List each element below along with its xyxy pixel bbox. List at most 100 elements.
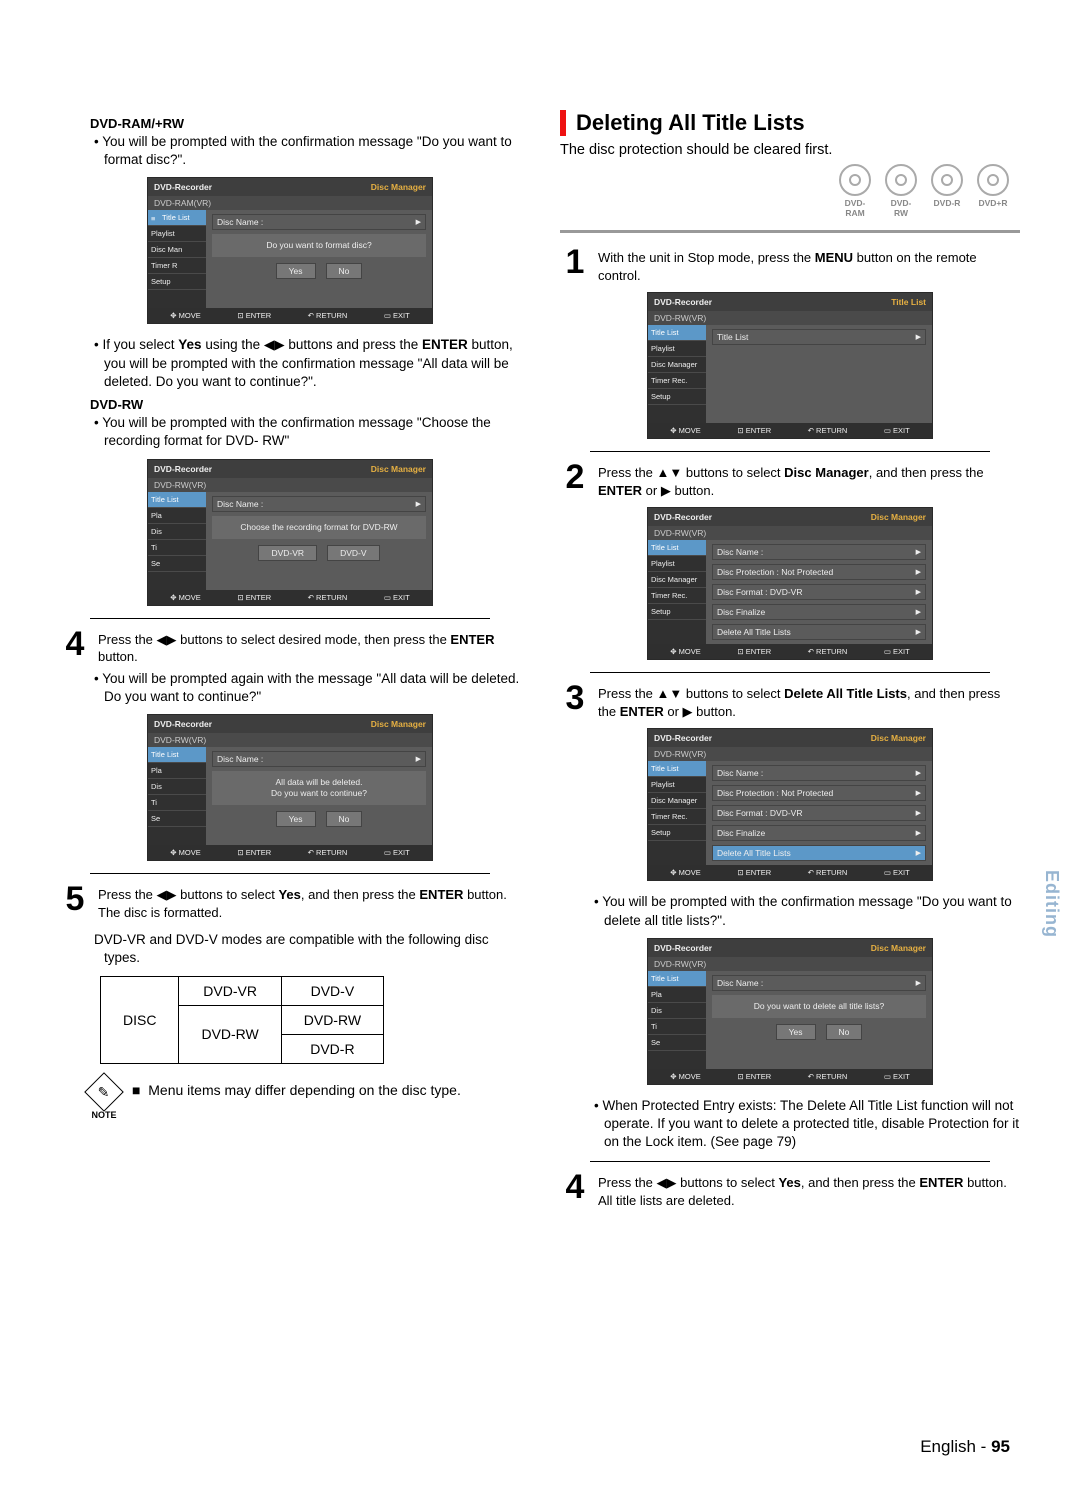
side-row: Title List	[648, 971, 706, 987]
osd-side: ≡Title List Playlist Disc Man Timer R Se…	[148, 210, 206, 308]
side-row: Timer Rec.	[648, 373, 706, 389]
side-row: Disc Manager	[648, 793, 706, 809]
osd-msg: Choose the recording format for DVD-RW	[212, 516, 426, 539]
osd-row: Disc Name :▶	[712, 975, 926, 991]
disc-icon: DVD+R	[976, 164, 1010, 218]
osd-screenshot: DVD-RecorderDisc Manager DVD-RW(VR) Titl…	[647, 938, 933, 1085]
osd-row: Disc Name :▶	[712, 765, 926, 781]
bullet: When Protected Entry exists: The Delete …	[604, 1097, 1020, 1152]
left-right-arrow-icon: ◀▶	[157, 887, 177, 902]
side-row: Title List	[648, 540, 706, 556]
osd-row: Delete All Title Lists▶	[712, 845, 926, 861]
separator	[90, 618, 490, 619]
side-row: Dis	[648, 1003, 706, 1019]
separator	[560, 230, 1020, 233]
osd-row: Disc Protection : Not Protected▶	[712, 785, 926, 801]
osd-side: Title List Pla Dis Ti Se	[648, 971, 706, 1069]
osd-row: Disc Name :▶	[212, 751, 426, 767]
heading-dvdram: DVD-RAM/+RW	[90, 116, 520, 131]
bullet: You will be prompted again with the mess…	[104, 670, 520, 706]
osd-no: No	[326, 811, 363, 827]
osd-row: Delete All Title Lists▶	[712, 624, 926, 640]
side-row: Ti	[148, 540, 206, 556]
osd-yes: Yes	[276, 263, 316, 279]
step-number: 4	[60, 629, 90, 666]
osd-footer: ✥ MOVE ⊡ ENTER ↶ RETURN ▭ EXIT	[648, 644, 932, 659]
step-4: 4 Press the ◀▶ buttons to select desired…	[60, 629, 520, 666]
step-text: Press the ◀▶ buttons to select desired m…	[98, 629, 520, 666]
side-row: Playlist	[648, 341, 706, 357]
chevron-right-icon: ▶	[916, 333, 921, 341]
right-arrow-icon: ▶	[683, 704, 693, 719]
osd-btn: DVD-V	[327, 545, 379, 561]
step-2: 2 Press the ▲▼ buttons to select Disc Ma…	[560, 462, 1020, 499]
side-row: Playlist	[648, 777, 706, 793]
separator	[590, 1161, 990, 1162]
osd-side: Title List Playlist Disc Manager Timer R…	[648, 325, 706, 423]
osd-footer: ✥ MOVE ⊡ ENTER ↶ RETURN ▭ EXIT	[648, 423, 932, 438]
page-footer: English - 95	[920, 1437, 1010, 1457]
disc-icons: DVD-RAM DVD-RW DVD-R DVD+R	[560, 164, 1010, 218]
osd-main: Disc Name :▶ Do you want to format disc?…	[206, 210, 432, 308]
osd-screenshot: DVD-RecorderDisc Manager DVD-RW(VR) Titl…	[147, 459, 433, 606]
osd-title: DVD-Recorder	[654, 733, 712, 743]
side-row: Title List	[148, 492, 206, 508]
up-down-arrow-icon: ▲▼	[657, 686, 683, 701]
osd-side: Title List Playlist Disc Manager Timer R…	[648, 540, 706, 644]
list-icon: ≡	[151, 214, 159, 222]
osd-corner: Disc Manager	[871, 943, 926, 953]
osd-screenshot: DVD-RecorderDisc Manager DVD-RW(VR) Titl…	[647, 728, 933, 881]
side-row: Disc Man	[148, 242, 206, 258]
step-text: With the unit in Stop mode, press the ME…	[598, 247, 1020, 284]
paragraph: DVD-VR and DVD-V modes are compatible wi…	[104, 931, 520, 967]
section-heading: Deleting All Title Lists	[560, 110, 1020, 136]
step-1: 1 With the unit in Stop mode, press the …	[560, 247, 1020, 284]
osd-footer: ✥ MOVE ⊡ ENTER ↶ RETURN ▭ EXIT	[648, 865, 932, 880]
osd-side: Title List Pla Dis Ti Se	[148, 747, 206, 845]
osd-row: Title List▶	[712, 329, 926, 345]
osd-msg: Do you want to delete all title lists?	[712, 995, 926, 1018]
left-column: DVD-RAM/+RW You will be prompted with th…	[60, 110, 520, 1213]
side-row: Title List	[648, 761, 706, 777]
side-row: Dis	[148, 524, 206, 540]
osd-title: DVD-Recorder	[654, 512, 712, 522]
osd-row: Disc Format : DVD-VR▶	[712, 805, 926, 821]
disc-icon: DVD-R	[930, 164, 964, 218]
side-row: Timer Rec.	[648, 809, 706, 825]
osd-side: Title List Pla Dis Ti Se	[148, 492, 206, 590]
osd-footer: ✥ MOVE ⊡ ENTER ↶ RETURN ▭ EXIT	[148, 845, 432, 860]
osd-side: Title List Playlist Disc Manager Timer R…	[648, 761, 706, 865]
separator	[590, 672, 990, 673]
step-number: 5	[60, 884, 90, 921]
osd-sub: DVD-RAM(VR)	[148, 196, 432, 210]
side-row: Setup	[648, 604, 706, 620]
side-row: Se	[148, 556, 206, 572]
osd-footer: ✥ MOVE ⊡ ENTER ↶ RETURN ▭ EXIT	[148, 590, 432, 605]
osd-corner: Title List	[891, 297, 926, 307]
bullet: You will be prompted with the confirmati…	[104, 133, 520, 169]
osd-sub: DVD-RW(VR)	[148, 733, 432, 747]
side-row: Playlist	[148, 226, 206, 242]
osd-sub: DVD-RW(VR)	[148, 478, 432, 492]
side-row: Setup	[648, 825, 706, 841]
enter-icon: ⊡ ENTER	[237, 311, 271, 320]
osd-corner: Disc Manager	[371, 182, 426, 192]
side-row: Setup	[148, 274, 206, 290]
osd-screenshot: DVD-RecorderDisc Manager DVD-RW(VR) Titl…	[647, 507, 933, 660]
osd-title: DVD-Recorder	[154, 464, 212, 474]
left-right-arrow-icon: ◀▶	[157, 632, 177, 647]
bullet: You will be prompted with the confirmati…	[104, 414, 520, 450]
chevron-right-icon: ▶	[416, 500, 421, 508]
step-number: 1	[560, 247, 590, 284]
osd-btn: DVD-VR	[258, 545, 317, 561]
osd-row: Disc Protection : Not Protected▶	[712, 564, 926, 580]
separator	[590, 451, 990, 452]
osd-screenshot: DVD-RecorderTitle List DVD-RW(VR) Title …	[647, 292, 933, 439]
side-row: Disc Manager	[648, 357, 706, 373]
side-row: Title List	[148, 747, 206, 763]
chevron-right-icon: ▶	[416, 218, 421, 226]
step-5: 5 Press the ◀▶ buttons to select Yes, an…	[60, 884, 520, 921]
osd-title: DVD-Recorder	[654, 297, 712, 307]
osd-row: Disc Finalize▶	[712, 825, 926, 841]
side-row: Dis	[148, 779, 206, 795]
